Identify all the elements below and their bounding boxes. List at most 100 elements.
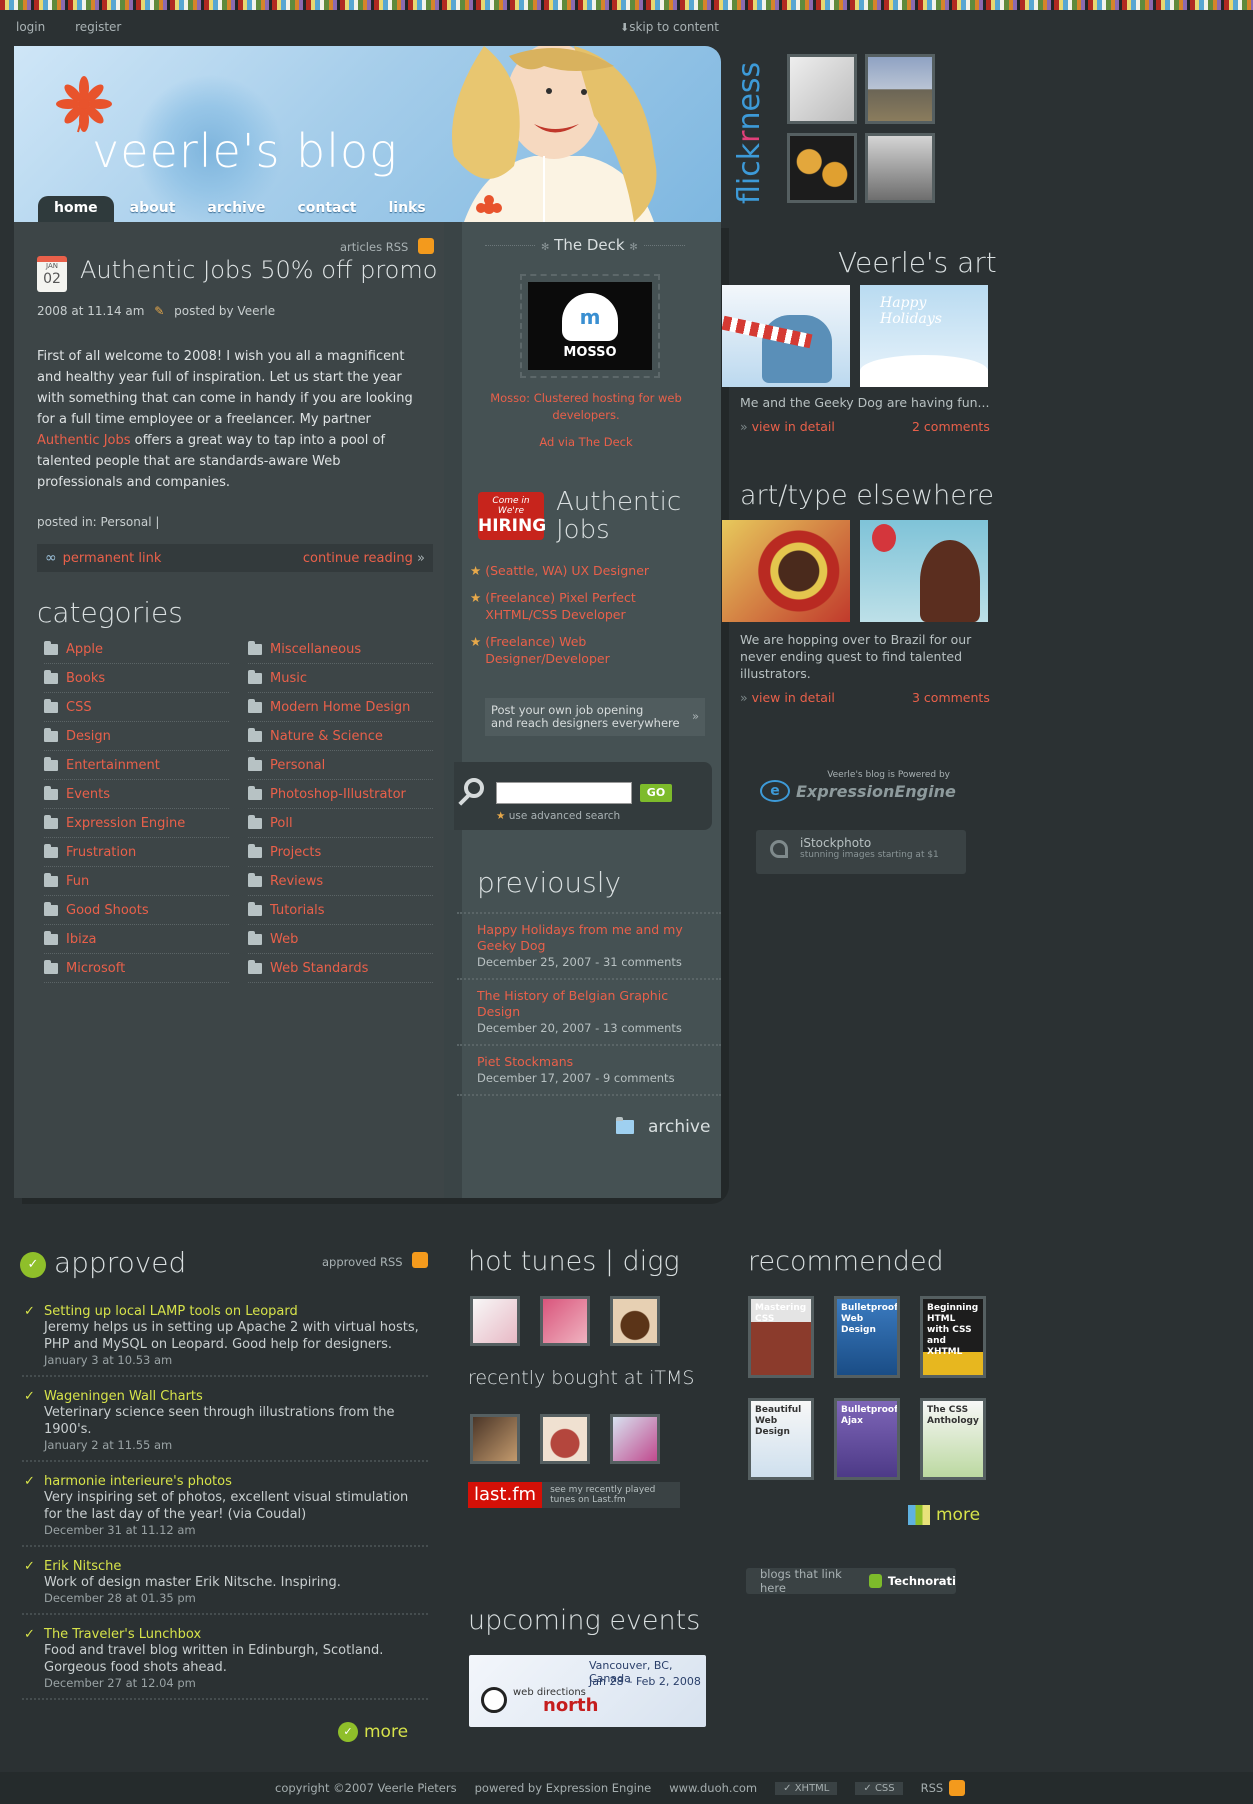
category-item[interactable]: Projects — [248, 838, 433, 867]
flickr-thumb-4[interactable] — [865, 133, 935, 203]
book-cover[interactable]: Beginning HTML with CSS and XHTML — [920, 1296, 986, 1378]
category-item[interactable]: Personal — [248, 751, 433, 780]
deck-caption[interactable]: Mosso: Clustered hosting for web develop… — [486, 390, 686, 424]
recommended-more-link[interactable]: more — [908, 1505, 980, 1525]
elsewhere-view-detail[interactable]: » view in detail — [740, 690, 835, 705]
permanent-link[interactable]: permanent link — [63, 551, 162, 566]
job-item[interactable]: ★ (Freelance) Web Designer/Developer — [470, 633, 670, 667]
list-item[interactable]: Happy Holidays from me and my Geeky Dog D… — [457, 914, 721, 980]
category-item[interactable]: Expression Engine — [44, 809, 229, 838]
category-item[interactable]: Poll — [248, 809, 433, 838]
tune-cover-3[interactable] — [610, 1296, 660, 1346]
category-item[interactable]: Miscellaneous — [248, 635, 433, 664]
tab-links[interactable]: links — [372, 196, 441, 222]
elsewhere-comments-label[interactable]: 3 comments — [912, 690, 990, 705]
tune-cover-1[interactable] — [470, 1296, 520, 1346]
category-item[interactable]: Entertainment — [44, 751, 229, 780]
rss-icon[interactable] — [418, 238, 434, 254]
approved-rss-link[interactable]: approved RSS — [322, 1255, 403, 1269]
rss-icon[interactable] — [412, 1252, 428, 1268]
footer-rss-link[interactable]: RSS — [921, 1781, 944, 1795]
book-cover[interactable]: Bulletproof Ajax — [834, 1398, 900, 1480]
footer-powered[interactable]: powered by Expression Engine — [475, 1781, 652, 1795]
expressionengine-badge[interactable]: Veerle's blog is Powered by e Expression… — [760, 770, 960, 802]
itms-cover-1[interactable] — [470, 1414, 520, 1464]
technorati-badge[interactable]: blogs that link here Technorati — [746, 1567, 956, 1595]
category-item[interactable]: Photoshop-Illustrator — [248, 780, 433, 809]
footer-site-link[interactable]: www.duoh.com — [669, 1781, 757, 1795]
category-item[interactable]: Tutorials — [248, 896, 433, 925]
flickr-thumb-3[interactable] — [787, 133, 857, 203]
advanced-search-link[interactable]: ★ use advanced search — [496, 810, 620, 822]
deck-ad-frame[interactable]: m MOSSO — [520, 274, 660, 378]
articles-rss-link[interactable]: articles RSS — [340, 240, 408, 254]
search-input[interactable] — [496, 782, 632, 804]
book-cover[interactable]: Beautiful Web Design — [748, 1398, 814, 1480]
category-item[interactable]: CSS — [44, 693, 229, 722]
approved-link[interactable]: harmonie interieure's photos — [44, 1474, 428, 1489]
blog-title[interactable]: veerle's blog — [92, 124, 398, 178]
job-item[interactable]: ★ (Freelance) Pixel Perfect XHTML/CSS Dev… — [470, 589, 670, 623]
login-link[interactable]: login — [16, 20, 45, 34]
rss-icon[interactable] — [949, 1780, 966, 1796]
approved-more-link[interactable]: ✓ more — [338, 1722, 408, 1742]
category-item[interactable]: Books — [44, 664, 229, 693]
approved-link[interactable]: Setting up local LAMP tools on Leopard — [44, 1304, 428, 1319]
category-item[interactable]: Fun — [44, 867, 229, 896]
css-badge[interactable]: ✓ CSS — [855, 1781, 903, 1795]
elsewhere-image-1[interactable] — [722, 520, 850, 622]
list-item[interactable]: Piet Stockmans December 17, 2007 - 9 comm… — [457, 1046, 721, 1096]
category-item[interactable]: Ibiza — [44, 925, 229, 954]
category-item[interactable]: Microsoft — [44, 954, 229, 983]
category-item[interactable]: Web — [248, 925, 433, 954]
deck-ad-link[interactable]: Ad via The Deck — [486, 435, 686, 449]
category-item[interactable]: Modern Home Design — [248, 693, 433, 722]
category-item[interactable]: Frustration — [44, 838, 229, 867]
flickr-thumb-1[interactable] — [787, 54, 857, 124]
category-item[interactable]: Good Shoots — [44, 896, 229, 925]
category-item[interactable]: Web Standards — [248, 954, 433, 983]
list-item[interactable]: The History of Belgian Graphic Design Dec… — [457, 980, 721, 1046]
event-banner[interactable]: Vancouver, BC, Canada Jan 28 – Feb 2, 20… — [469, 1655, 706, 1727]
lastfm-badge[interactable]: last.fm see my recently played tunes on … — [468, 1482, 680, 1508]
art-image-2[interactable]: Happy Holidays — [860, 285, 988, 387]
itms-cover-3[interactable] — [610, 1414, 660, 1464]
elsewhere-view-link[interactable]: view in detail — [752, 690, 835, 705]
elsewhere-comments-link[interactable]: 3 comments — [912, 690, 990, 705]
category-item[interactable]: Nature & Science — [248, 722, 433, 751]
post-job-box[interactable]: Post your own job opening and reach desi… — [485, 698, 705, 736]
approved-link[interactable]: Wageningen Wall Charts — [44, 1389, 428, 1404]
art-comments-label[interactable]: 2 comments — [912, 419, 990, 434]
xhtml-badge[interactable]: ✓ XHTML — [775, 1781, 838, 1795]
book-cover[interactable]: Mastering CSS — [748, 1296, 814, 1378]
search-go-button[interactable]: GO — [640, 784, 672, 802]
category-item[interactable]: Events — [44, 780, 229, 809]
skip-to-content-link[interactable]: skip to content — [620, 20, 719, 34]
itms-cover-2[interactable] — [540, 1414, 590, 1464]
continue-reading-link[interactable]: continue reading — [303, 551, 413, 566]
tab-contact[interactable]: contact — [281, 196, 372, 222]
category-item[interactable]: Apple — [44, 635, 229, 664]
approved-link[interactable]: The Traveler's Lunchbox — [44, 1627, 428, 1642]
book-cover[interactable]: The CSS Anthology — [920, 1398, 986, 1480]
hiring-badge[interactable]: Come in We're HIRING — [478, 492, 546, 540]
post-title[interactable]: Authentic Jobs 50% off promo — [80, 256, 437, 284]
book-cover[interactable]: Bulletproof Web Design — [834, 1296, 900, 1378]
flickr-thumb-2[interactable] — [865, 54, 935, 124]
authentic-jobs-link[interactable]: Authentic Jobs — [37, 433, 131, 448]
category-item[interactable]: Reviews — [248, 867, 433, 896]
category-item[interactable]: Music — [248, 664, 433, 693]
istockphoto-badge[interactable]: iStockphoto stunning images starting at … — [756, 830, 966, 874]
art-view-detail[interactable]: » view in detail — [740, 419, 835, 434]
authentic-jobs-title[interactable]: Authentic Jobs — [556, 488, 681, 544]
art-comments-link[interactable]: 2 comments — [912, 419, 990, 434]
category-item[interactable]: Design — [44, 722, 229, 751]
tune-cover-2[interactable] — [540, 1296, 590, 1346]
approved-link[interactable]: Erik Nitsche — [44, 1559, 428, 1574]
tab-archive[interactable]: archive — [191, 196, 281, 222]
art-image-1[interactable] — [722, 285, 850, 387]
register-link[interactable]: register — [75, 20, 121, 34]
art-view-link[interactable]: view in detail — [752, 419, 835, 434]
tab-about[interactable]: about — [114, 196, 192, 222]
archive-link[interactable]: archive — [616, 1117, 710, 1137]
